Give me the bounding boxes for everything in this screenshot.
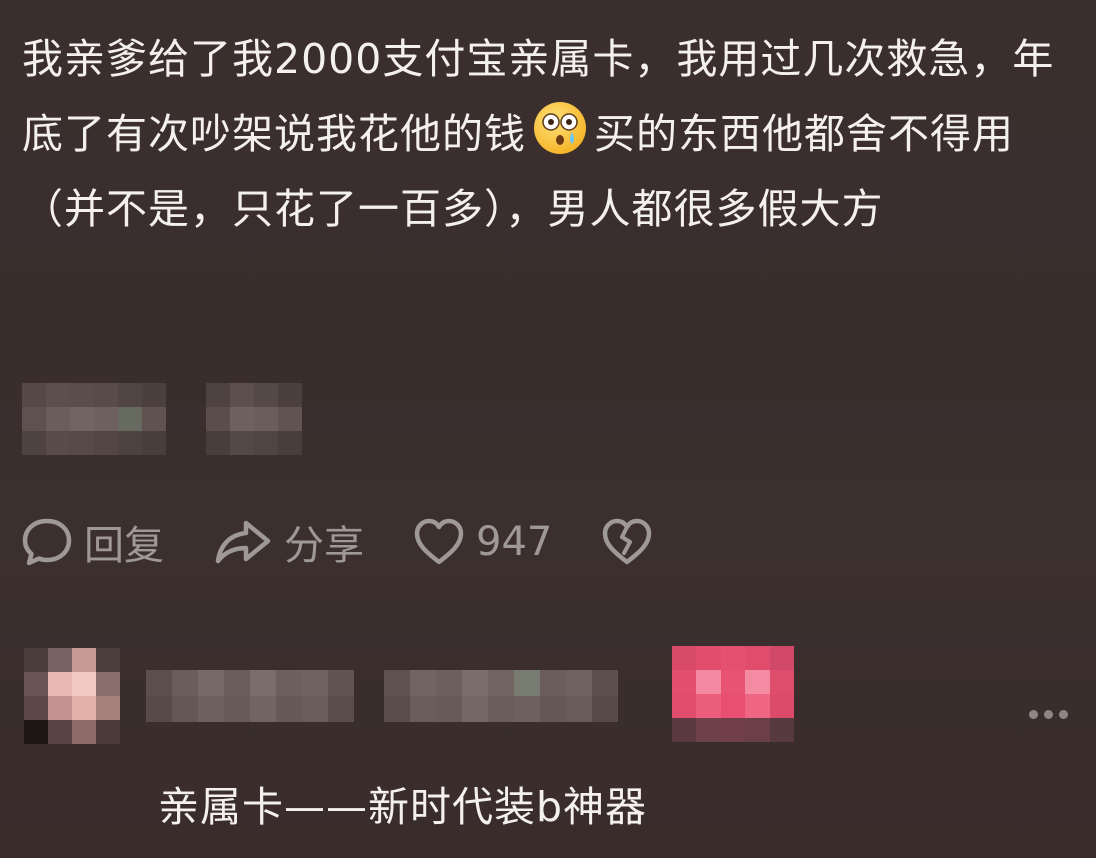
like-button[interactable]: 947	[412, 515, 552, 569]
reply-label: 回复	[84, 523, 164, 569]
blurred-timestamp	[22, 383, 302, 455]
heart-icon	[414, 518, 464, 565]
avatar[interactable]	[24, 648, 120, 744]
dislike-button[interactable]	[600, 515, 654, 569]
blurred-meta-block	[206, 383, 302, 455]
share-arrow-icon	[215, 520, 271, 564]
blurred-meta-block	[22, 383, 166, 455]
reply-button[interactable]: 回复	[20, 513, 164, 571]
like-count: 947	[476, 519, 553, 565]
broken-heart-icon	[603, 518, 652, 565]
more-dots-icon[interactable]	[1029, 710, 1068, 719]
post: 我亲爹给了我2000支付宝亲属卡，我用过几次救急，年底了有次吵架说我花他的钱 买…	[22, 22, 1072, 247]
action-bar: 回复 分享 947	[20, 512, 702, 572]
flushed-face-emoji-icon	[534, 102, 586, 154]
blurred-badge	[672, 646, 794, 742]
reply-comment: 亲属卡——新时代装b神器	[0, 640, 1096, 858]
post-text: 我亲爹给了我2000支付宝亲属卡，我用过几次救急，年底了有次吵架说我花他的钱 买…	[22, 22, 1072, 247]
reply-text: 亲属卡——新时代装b神器	[158, 783, 648, 831]
blurred-username[interactable]	[146, 670, 354, 722]
blurred-username-suffix	[384, 670, 618, 722]
share-label: 分享	[284, 523, 364, 569]
speech-bubble-icon	[22, 518, 72, 566]
share-button[interactable]: 分享	[212, 513, 364, 571]
